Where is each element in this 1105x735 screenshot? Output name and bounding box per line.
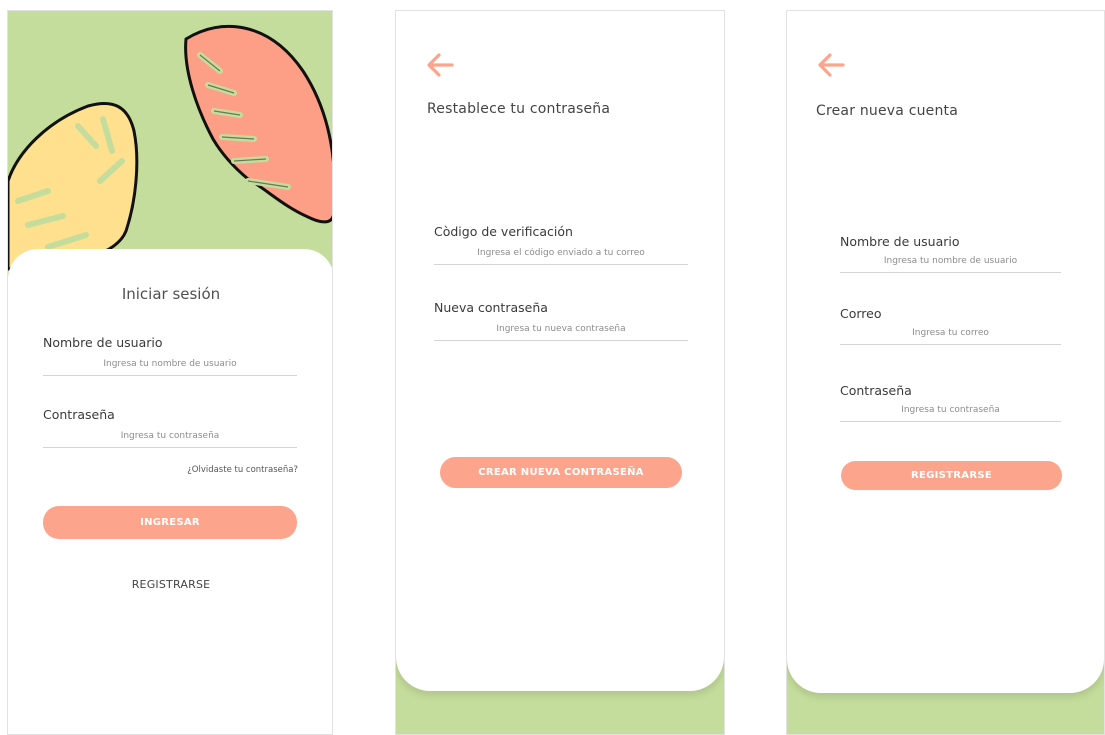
password-label: Contraseña xyxy=(43,407,115,422)
new-password-field: Nueva contraseña xyxy=(434,300,688,341)
reset-panel: Restablece tu contraseña Còdigo de verif… xyxy=(396,11,724,691)
verification-code-label: Còdigo de verificación xyxy=(434,224,573,239)
register-link[interactable]: REGISTRARSE xyxy=(8,578,332,591)
email-label: Correo xyxy=(840,306,882,321)
login-card: Iniciar sesión Nombre de usuario Contras… xyxy=(8,249,332,734)
password-label: Contraseña xyxy=(840,383,912,398)
monstera-leaves-illustration xyxy=(8,24,332,271)
page-title: Restablece tu contraseña xyxy=(427,101,611,117)
coral-leaf xyxy=(184,24,332,224)
arrow-left-icon[interactable] xyxy=(424,51,456,79)
password-field: Contraseña xyxy=(43,407,297,448)
yellow-leaf xyxy=(8,101,139,271)
register-button[interactable]: REGISTRARSE xyxy=(841,461,1062,490)
new-password-label: Nueva contraseña xyxy=(434,300,548,315)
create-password-button[interactable]: CREAR NUEVA CONTRASEÑA xyxy=(440,457,682,488)
username-field: Nombre de usuario xyxy=(840,234,1061,273)
arrow-left-icon[interactable] xyxy=(815,51,847,79)
login-button[interactable]: INGRESAR xyxy=(43,506,297,539)
register-panel: Crear nueva cuenta Nombre de usuario Cor… xyxy=(787,11,1104,693)
new-password-input[interactable] xyxy=(434,319,688,341)
page-title: Crear nueva cuenta xyxy=(816,103,959,119)
reset-password-screen: Restablece tu contraseña Còdigo de verif… xyxy=(395,10,725,735)
password-input[interactable] xyxy=(43,426,297,448)
verification-code-field: Còdigo de verificación xyxy=(434,224,688,265)
forgot-password-link[interactable]: ¿Olvidaste tu contraseña? xyxy=(187,465,298,475)
username-label: Nombre de usuario xyxy=(43,335,163,350)
email-input[interactable] xyxy=(840,323,1061,345)
username-input[interactable] xyxy=(840,251,1061,273)
email-field: Correo xyxy=(840,306,1061,345)
password-field: Contraseña xyxy=(840,383,1061,422)
password-input[interactable] xyxy=(840,400,1061,422)
register-screen: Crear nueva cuenta Nombre de usuario Cor… xyxy=(786,10,1105,735)
username-label: Nombre de usuario xyxy=(840,234,960,249)
username-field: Nombre de usuario xyxy=(43,335,297,376)
username-input[interactable] xyxy=(43,354,297,376)
verification-code-input[interactable] xyxy=(434,243,688,265)
page-title: Iniciar sesión xyxy=(121,285,221,303)
login-screen: Iniciar sesión Nombre de usuario Contras… xyxy=(7,10,333,735)
